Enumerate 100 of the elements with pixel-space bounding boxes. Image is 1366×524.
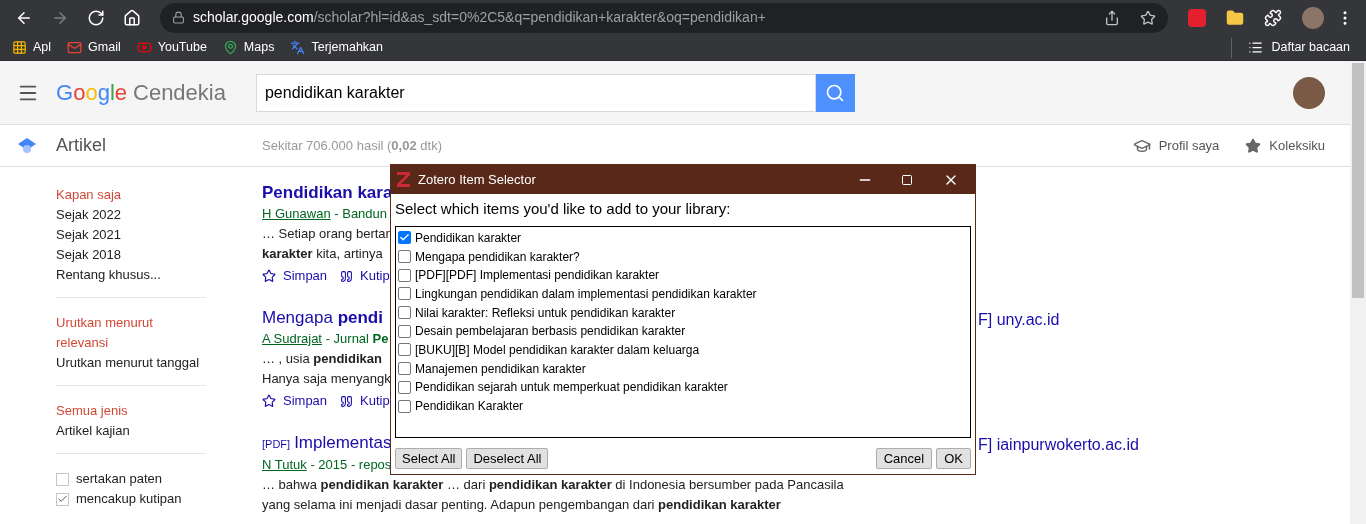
filter-link[interactable]: Urutkan menurut relevansi — [56, 313, 206, 353]
checkbox[interactable] — [398, 287, 411, 301]
star-icon[interactable] — [1140, 9, 1156, 26]
save-link[interactable]: Simpan — [262, 266, 328, 286]
snippet-text: … , usia pendidikan — [262, 351, 382, 366]
maximize-icon[interactable] — [901, 173, 913, 186]
bookmark-link[interactable]: Maps — [222, 38, 275, 57]
search-field[interactable]: pendidikan karakter — [255, 73, 816, 112]
file-type-label: [PDF] — [262, 438, 291, 450]
mail-icon — [67, 40, 83, 55]
list-item[interactable]: [PDF][PDF] Implementasi pendidikan karakter — [398, 265, 968, 285]
puzzle-icon[interactable] — [1264, 8, 1282, 27]
bookmark-link[interactable]: Terjemahkan — [290, 38, 383, 57]
select-all-button[interactable]: Select All — [395, 447, 463, 469]
result-count: Sekitar 706.000 hasil (0,02 dtk) — [262, 136, 442, 155]
deselect-all-button[interactable]: Deselect All — [466, 447, 549, 469]
list-item[interactable]: [BUKU][B] Model pendidikan karakter dalam keluarga — [398, 340, 968, 360]
reading-list-link[interactable]: Daftar bacaan — [1248, 38, 1354, 57]
dialog-prompt: Select which items you'd like to add to your library: — [395, 199, 732, 219]
filter-link[interactable]: Semua jenis — [56, 401, 206, 421]
source-text: - Jurnal Pe — [325, 331, 389, 346]
quote-icon — [340, 394, 354, 408]
checkbox[interactable] — [398, 380, 411, 394]
ok-button[interactable]: OK — [936, 447, 971, 469]
list-item[interactable]: Manajemen pendidikan karakter — [398, 359, 968, 378]
cancel-button[interactable]: Cancel — [875, 447, 933, 469]
checkbox-label: mencakup kutipan — [76, 490, 182, 508]
checkbox[interactable] — [398, 268, 411, 282]
list-item[interactable]: Desain pembelajaran berbasis pendidikan karakter — [398, 321, 968, 341]
filter-link[interactable]: Sejak 2018 — [56, 245, 206, 265]
pdf-link[interactable]: F] uny.ac.id — [978, 307, 1060, 411]
dialog-title: Zotero Item Selector — [418, 170, 536, 189]
list-icon — [1248, 40, 1264, 55]
list-item[interactable]: Pendidikan Karakter — [398, 396, 968, 416]
avatar[interactable] — [1293, 76, 1325, 109]
play-icon — [136, 40, 152, 55]
checkbox[interactable] — [56, 472, 69, 486]
folder-icon[interactable] — [1226, 8, 1244, 27]
filter-link[interactable]: Kapan saja — [56, 185, 206, 205]
checkbox[interactable] — [398, 343, 411, 357]
zotero-logo-icon — [397, 172, 410, 187]
checkbox[interactable] — [398, 362, 411, 376]
list-item[interactable]: Pendidikan karakter — [398, 228, 968, 248]
filter-link[interactable]: Urutkan menurut tanggal — [56, 353, 206, 373]
snippet-text: Hanya saja menyangk — [262, 371, 391, 386]
checkbox[interactable] — [398, 306, 411, 320]
pdf-link[interactable]: F] iainpurwokerto.ac.id — [978, 432, 1139, 515]
source-text: - 2015 - repos — [310, 457, 392, 472]
list-item[interactable]: Pendidikan sejarah untuk memperkuat pendidikan karakter — [398, 378, 968, 397]
quote-icon — [340, 269, 354, 283]
result-title-link[interactable]: Implementas — [294, 433, 392, 452]
section-title: Artikel — [56, 134, 106, 157]
save-link[interactable]: Simpan — [262, 391, 328, 411]
filter-link[interactable]: Rentang khusus... — [56, 265, 206, 285]
apps-icon — [12, 40, 27, 55]
bookmark-link[interactable]: Gmail — [67, 38, 121, 57]
list-item[interactable]: Lingkungan pendidikan dalam implementasi pendidikan karakter — [398, 284, 968, 304]
map-pin-icon — [222, 40, 238, 55]
bookmark-link[interactable]: Apl — [12, 38, 52, 57]
list-item[interactable]: Mengapa pendidikan karakter? — [398, 247, 968, 266]
bookmark-link[interactable]: YouTube — [136, 38, 207, 57]
star-icon — [262, 394, 276, 408]
checkbox[interactable] — [398, 231, 411, 245]
author-link[interactable]: A Sudrajat — [262, 331, 322, 346]
result-title-link[interactable]: Mengapa pendi — [262, 308, 383, 327]
checkbox[interactable] — [398, 250, 411, 264]
logo[interactable]: Google Cendekia — [56, 76, 226, 109]
library-link[interactable]: Koleksiku — [1245, 135, 1325, 156]
address-bar[interactable]: scholar.google.com/scholar?hl=id&as_sdt=0%2C5&q=pendidikan+karakter&oq=pendidikan+ — [160, 2, 1168, 33]
checkbox[interactable] — [398, 399, 411, 413]
url-text: scholar.google.com/scholar?hl=id&as_sdt=0%2C5&q=pendidikan+karakter&oq=pendidikan+ — [193, 8, 766, 27]
check-icon — [57, 493, 68, 505]
filter-link[interactable]: Sejak 2021 — [56, 225, 206, 245]
share-icon[interactable] — [1104, 9, 1120, 26]
search-icon — [825, 82, 846, 103]
list-item[interactable]: Nilai karakter: Refleksi untuk pendidikan karakter — [398, 303, 968, 322]
graduation-cap-icon — [18, 137, 36, 154]
author-link[interactable]: H Gunawan — [262, 206, 331, 221]
cite-link[interactable]: Kutip — [340, 391, 390, 411]
checkbox[interactable] — [398, 324, 411, 338]
translate-icon — [290, 40, 306, 55]
reload-icon — [87, 8, 105, 27]
author-link[interactable]: N Tutuk — [262, 457, 307, 472]
filter-link[interactable]: Artikel kajian — [56, 421, 206, 441]
profile-link[interactable]: Profil saya — [1132, 135, 1220, 156]
snippet-text: karakter kita, artinya — [262, 246, 383, 261]
checkbox[interactable] — [56, 492, 69, 506]
star-icon — [262, 269, 276, 283]
cite-link[interactable]: Kutip — [340, 266, 390, 286]
source-text: - Bandun — [334, 206, 388, 221]
lock-icon — [172, 11, 185, 24]
profile-avatar[interactable] — [1302, 6, 1324, 29]
extension-icon[interactable] — [1188, 8, 1206, 27]
filter-link[interactable]: Sejak 2022 — [56, 205, 206, 225]
scrollbar-thumb[interactable] — [1352, 63, 1364, 298]
checkbox-label: sertakan paten — [76, 470, 162, 488]
snippet-text: yang selama ini menjadi dasar penting. Adapun pengembangan dari pendidikan karakter — [262, 497, 781, 512]
search-button[interactable] — [815, 73, 855, 112]
home-icon — [123, 8, 141, 27]
snippet-text: … bahwa pendidikan karakter … dari pendidikan karakter di Indonesia bersumber pada Pancasila — [262, 477, 844, 492]
